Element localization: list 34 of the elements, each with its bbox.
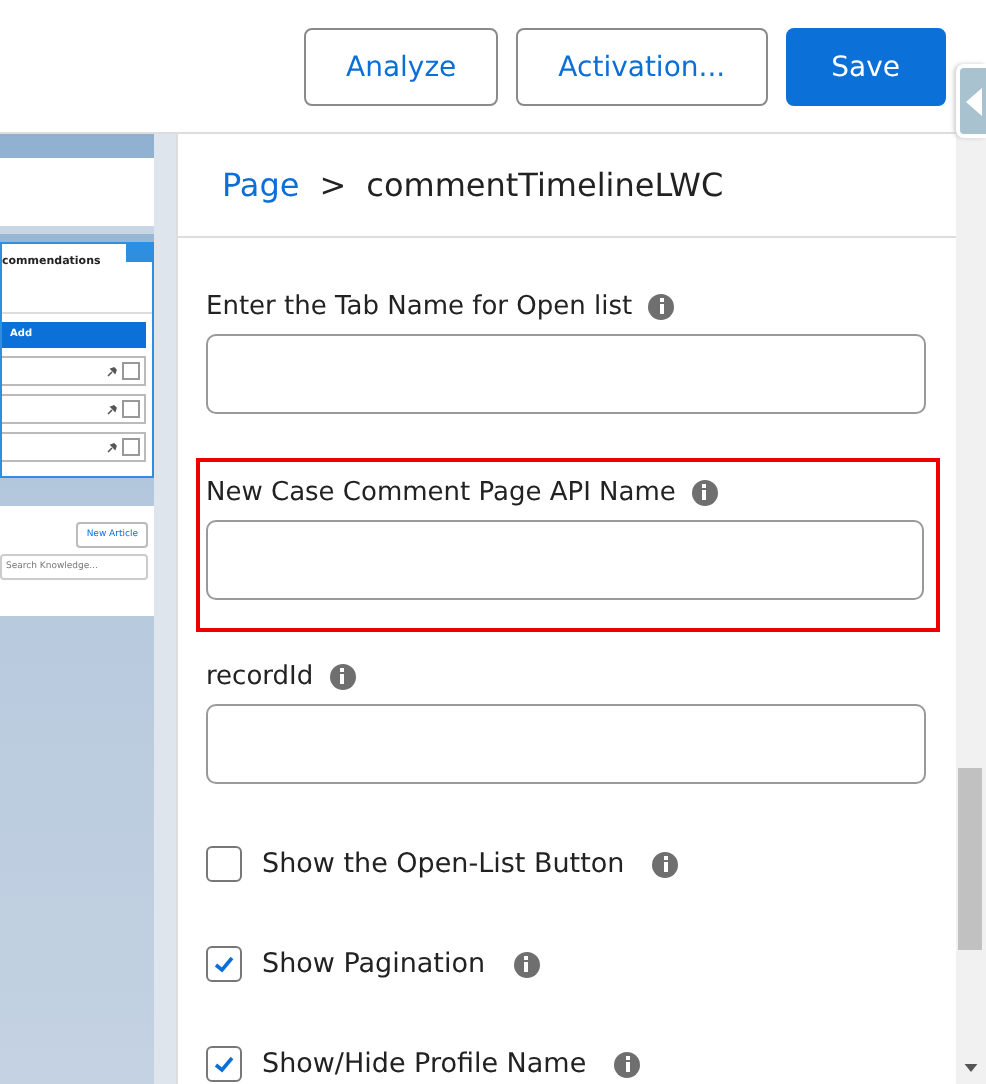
pin-icon — [106, 403, 118, 415]
info-icon[interactable] — [614, 1051, 641, 1077]
info-icon[interactable] — [652, 851, 679, 877]
scrollbar[interactable] — [956, 134, 986, 1084]
input-field[interactable] — [206, 520, 924, 600]
input-field[interactable] — [206, 704, 926, 784]
caret-left-icon — [965, 87, 981, 115]
breadcrumb-current: commentTimelineLWC — [366, 166, 724, 204]
header-button[interactable]: Activation... — [516, 28, 768, 106]
checkbox[interactable] — [206, 946, 242, 982]
field-label: New Case Comment Page API Name — [206, 477, 676, 507]
header-button[interactable]: Analyze — [304, 28, 499, 106]
info-icon[interactable] — [691, 479, 718, 505]
checkbox-label: Show Pagination — [262, 948, 486, 980]
check-icon — [212, 1052, 236, 1076]
info-icon[interactable] — [648, 293, 675, 319]
pin-icon — [106, 365, 118, 377]
checkbox[interactable] — [206, 1046, 242, 1082]
breadcrumb-separator: > — [319, 166, 347, 204]
pin-icon — [106, 441, 118, 453]
check-icon — [212, 952, 236, 976]
info-icon[interactable] — [329, 663, 356, 689]
canvas-scrollbar[interactable] — [154, 134, 176, 1084]
info-icon[interactable] — [513, 951, 540, 977]
breadcrumb-link[interactable]: Page — [222, 166, 300, 204]
save-button[interactable]: Save — [785, 28, 946, 106]
scroll-down-icon[interactable] — [964, 1064, 978, 1072]
checkbox-label: Show/Hide Profile Name — [262, 1048, 587, 1080]
checkbox[interactable] — [206, 846, 242, 882]
field-label: recordId — [206, 661, 314, 691]
checkbox-label: Show the Open-List Button — [262, 848, 625, 880]
field-label: Enter the Tab Name for Open list — [206, 291, 633, 321]
input-field[interactable] — [206, 334, 926, 414]
scrollbar-thumb[interactable] — [958, 768, 982, 950]
